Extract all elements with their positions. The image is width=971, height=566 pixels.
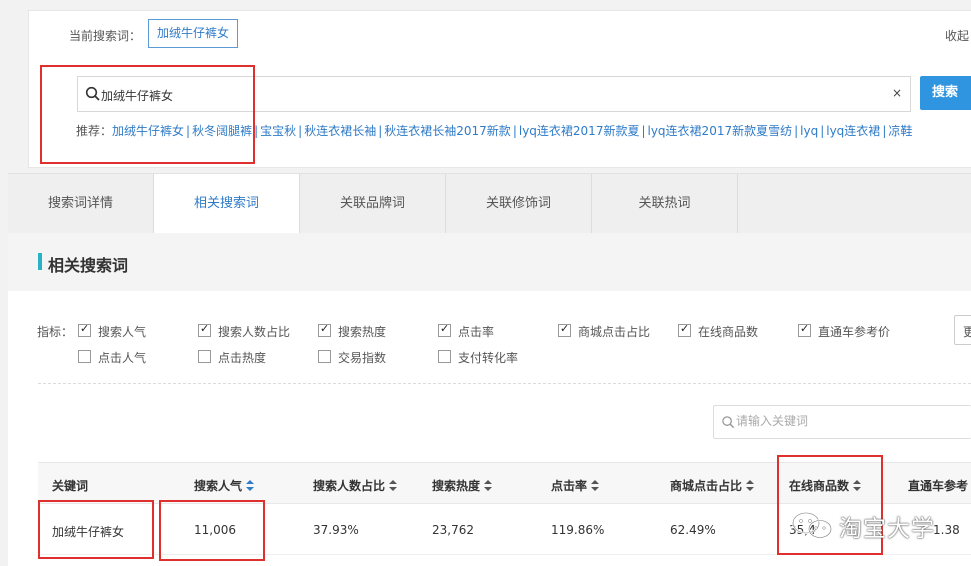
tab-related-hot-terms[interactable]: 关联热词 xyxy=(592,174,738,233)
wechat-icon xyxy=(792,512,832,539)
watermark-text: 淘宝大学 xyxy=(839,516,935,542)
check-icon: ✓ xyxy=(80,322,90,335)
recommend-link[interactable]: 凉鞋 xyxy=(888,124,912,138)
column-header-search-popularity[interactable]: 搜索人气 xyxy=(194,477,255,494)
checkbox-box[interactable]: ✓ xyxy=(798,322,811,337)
column-header-searcher-share[interactable]: 搜索人数占比 xyxy=(313,477,398,494)
recommend-link[interactable]: lyq xyxy=(800,124,818,138)
column-header-mall-click-share[interactable]: 商城点击占比 xyxy=(670,477,755,494)
checkbox-box[interactable] xyxy=(198,350,211,363)
section-accent-bar xyxy=(38,253,42,270)
indicator-label: 指标： xyxy=(37,325,74,339)
clear-icon[interactable]: × xyxy=(892,86,902,100)
checkbox-box[interactable]: ✓ xyxy=(318,322,331,337)
checkbox-box[interactable] xyxy=(438,350,451,363)
column-header-search-heat[interactable]: 搜索热度 xyxy=(432,477,493,494)
column-header-keyword: 关键词 xyxy=(52,479,89,493)
divider xyxy=(38,383,971,384)
check-icon: ✓ xyxy=(800,322,810,335)
checkbox-box[interactable]: ✓ xyxy=(78,322,91,337)
tab-related-terms[interactable]: 相关搜索词 xyxy=(154,174,300,234)
checkbox-box[interactable]: ✓ xyxy=(678,322,691,337)
column-header-ztc-price[interactable]: 直通车参考 xyxy=(908,477,968,494)
tab-search-term-detail[interactable]: 搜索词详情 xyxy=(8,174,154,233)
checkbox-box[interactable]: ✓ xyxy=(558,322,571,337)
sort-icon[interactable] xyxy=(484,480,493,491)
collapse-link[interactable]: 收起 xyxy=(945,27,969,44)
check-icon: ✓ xyxy=(200,322,210,335)
section-title: 相关搜索词 xyxy=(48,256,129,275)
annotation-box-search xyxy=(40,65,255,164)
sort-icon[interactable] xyxy=(389,480,398,491)
column-header-ctr[interactable]: 点击率 xyxy=(551,477,600,494)
cell-ctr: 119.86% xyxy=(551,523,605,537)
tab-related-brands[interactable]: 关联品牌词 xyxy=(300,174,446,233)
more-button[interactable]: 更 xyxy=(954,315,971,345)
cell-ztc-price: 1.38 xyxy=(933,523,960,537)
annotation-box-popularity xyxy=(159,500,265,561)
cell-mall-click-share: 62.49% xyxy=(670,523,716,537)
checkbox-box[interactable]: ✓ xyxy=(198,322,211,337)
recommend-link[interactable]: lyq连衣裙 xyxy=(826,124,880,138)
checkbox-box[interactable] xyxy=(78,350,91,363)
recommend-link[interactable]: lyq连衣裙2017新款夏雪纺 xyxy=(648,124,793,138)
check-icon: ✓ xyxy=(560,322,570,335)
tab-bar: 搜索词详情 相关搜索词 关联品牌词 关联修饰词 关联热词 xyxy=(8,173,971,234)
current-term-label: 当前搜索词： xyxy=(69,29,142,43)
search-button[interactable]: 搜索 xyxy=(920,76,971,110)
sort-icon[interactable] xyxy=(746,480,755,491)
cell-searcher-share: 37.93% xyxy=(313,523,359,537)
check-icon: ✓ xyxy=(320,322,330,335)
current-term-tag[interactable]: 加绒牛仔裤女 xyxy=(148,19,239,48)
keyword-search[interactable] xyxy=(713,405,971,439)
check-icon: ✓ xyxy=(680,322,690,335)
recommend-link[interactable]: 秋连衣裙长袖 xyxy=(304,124,376,138)
check-icon: ✓ xyxy=(440,322,450,335)
search-icon xyxy=(722,416,735,429)
tab-related-modifiers[interactable]: 关联修饰词 xyxy=(446,174,592,233)
checkbox-box[interactable] xyxy=(318,350,331,363)
recommend-link[interactable]: lyq连衣裙2017新款夏 xyxy=(519,124,640,138)
recommend-link[interactable]: 秋连衣裙长袖2017新款 xyxy=(384,124,511,138)
sort-icon[interactable] xyxy=(591,480,600,491)
recommend-link[interactable]: 宝宝秋 xyxy=(260,124,296,138)
checkbox-box[interactable]: ✓ xyxy=(438,322,451,337)
annotation-box-keyword xyxy=(38,500,154,559)
keyword-search-input[interactable] xyxy=(736,414,956,428)
sort-icon[interactable] xyxy=(246,480,255,491)
section-header: 相关搜索词 xyxy=(8,233,971,291)
cell-search-heat: 23,762 xyxy=(432,523,474,537)
page: 当前搜索词： 加绒牛仔裤女 收起 加绒牛仔裤女 × 搜索 推荐：加绒牛仔裤女 | 秋… xyxy=(0,0,971,566)
